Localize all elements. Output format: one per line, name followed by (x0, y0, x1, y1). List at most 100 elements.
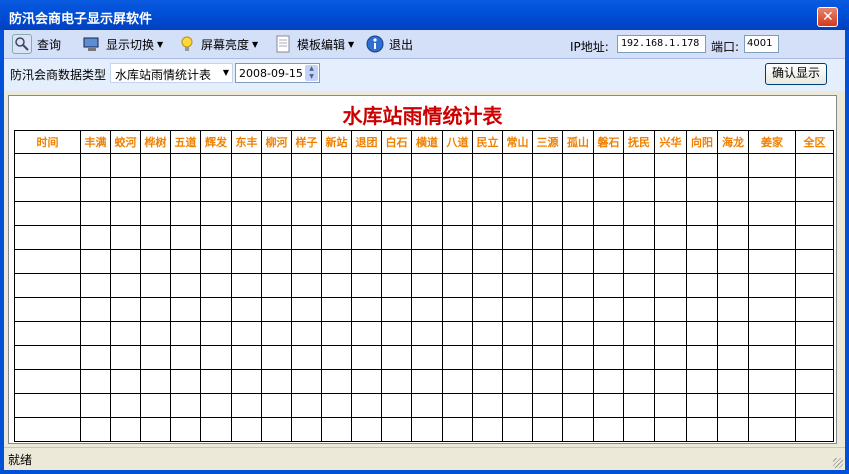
table-cell (291, 393, 322, 418)
table-cell (381, 369, 412, 394)
ip-address-input[interactable]: 192.168.1.178 (617, 35, 706, 53)
table-cell (593, 369, 624, 394)
status-text: 就绪 (8, 453, 33, 467)
confirm-display-button[interactable]: 确认显示 (765, 63, 827, 85)
table-cell (80, 177, 111, 202)
table-cell (593, 225, 624, 250)
table-cell (654, 153, 687, 178)
table-cell (140, 273, 171, 298)
table-cell (442, 417, 473, 442)
table-cell (80, 417, 111, 442)
table-cell (200, 153, 232, 178)
table-cell (623, 201, 655, 226)
column-header: 全区 (795, 130, 834, 154)
table-cell (717, 153, 749, 178)
table-cell (532, 417, 563, 442)
column-header: 常山 (502, 130, 533, 154)
table-cell (442, 153, 473, 178)
table-cell (200, 273, 232, 298)
date-spinner[interactable]: ▲ ▼ (305, 65, 318, 81)
table-cell (411, 225, 443, 250)
table-cell (261, 201, 292, 226)
table-cell (562, 249, 594, 274)
table-cell (261, 321, 292, 346)
table-cell (717, 225, 749, 250)
table-cell (472, 273, 503, 298)
query-label: 查询 (37, 37, 62, 52)
column-header: 孤山 (562, 130, 594, 154)
column-header: 白石 (381, 130, 412, 154)
table-cell (795, 201, 834, 226)
table-cell (686, 177, 718, 202)
table-cell (110, 393, 141, 418)
table-cell (140, 225, 171, 250)
exit-button[interactable]: 退出 (366, 33, 413, 55)
table-cell (532, 273, 563, 298)
table-cell (321, 249, 352, 274)
table-cell (110, 249, 141, 274)
table-cell (502, 273, 533, 298)
table-cell (795, 249, 834, 274)
table-cell (231, 297, 262, 322)
table-cell (140, 417, 171, 442)
table-cell (110, 153, 141, 178)
resize-grip-icon[interactable] (833, 458, 843, 468)
table-cell (200, 177, 232, 202)
table-cell (351, 321, 382, 346)
table-cell (623, 225, 655, 250)
table-cell (110, 177, 141, 202)
table-cell (291, 153, 322, 178)
data-type-select[interactable]: 水库站雨情统计表 ▼ (110, 63, 233, 83)
table-cell (231, 249, 262, 274)
display-switch-button[interactable]: 显示切换 ▼ (83, 33, 163, 55)
table-cell (532, 249, 563, 274)
table-cell (532, 393, 563, 418)
table-cell (654, 345, 687, 370)
table-cell (502, 345, 533, 370)
display-switch-label: 显示切换 (106, 37, 155, 52)
table-cell (14, 321, 81, 346)
column-header: 时间 (14, 130, 81, 154)
table-cell (593, 153, 624, 178)
port-input[interactable]: 4001 (744, 35, 779, 53)
document-icon (274, 35, 292, 53)
table-cell (748, 297, 796, 322)
table-cell (748, 225, 796, 250)
table-cell (748, 321, 796, 346)
table-cell (532, 369, 563, 394)
column-header: 海龙 (717, 130, 749, 154)
table-cell (140, 249, 171, 274)
table-cell (502, 177, 533, 202)
table-cell (795, 177, 834, 202)
table-cell (170, 153, 201, 178)
table-cell (795, 417, 834, 442)
close-button[interactable]: ✕ (817, 7, 838, 27)
table-cell (686, 417, 718, 442)
table-cell (261, 345, 292, 370)
table-cell (80, 393, 111, 418)
table-cell (200, 345, 232, 370)
table-cell (291, 249, 322, 274)
table-cell (532, 345, 563, 370)
table-cell (140, 369, 171, 394)
template-edit-button[interactable]: 模板编辑 ▼ (274, 33, 354, 55)
table-cell (442, 297, 473, 322)
date-picker[interactable]: 2008-09-15 ▲ ▼ (235, 63, 320, 83)
table-cell (532, 321, 563, 346)
table-row (14, 273, 834, 298)
table-cell (502, 417, 533, 442)
query-button[interactable]: 查询 (12, 33, 61, 55)
brightness-button[interactable]: 屏幕亮度 ▼ (178, 33, 258, 55)
table-cell (291, 321, 322, 346)
table-cell (472, 417, 503, 442)
table-cell (140, 393, 171, 418)
table-row (14, 297, 834, 322)
table-cell (748, 177, 796, 202)
table-cell (654, 225, 687, 250)
table-cell (170, 345, 201, 370)
table-cell (351, 225, 382, 250)
table-cell (502, 153, 533, 178)
table-cell (80, 321, 111, 346)
table-cell (14, 369, 81, 394)
table-cell (140, 345, 171, 370)
